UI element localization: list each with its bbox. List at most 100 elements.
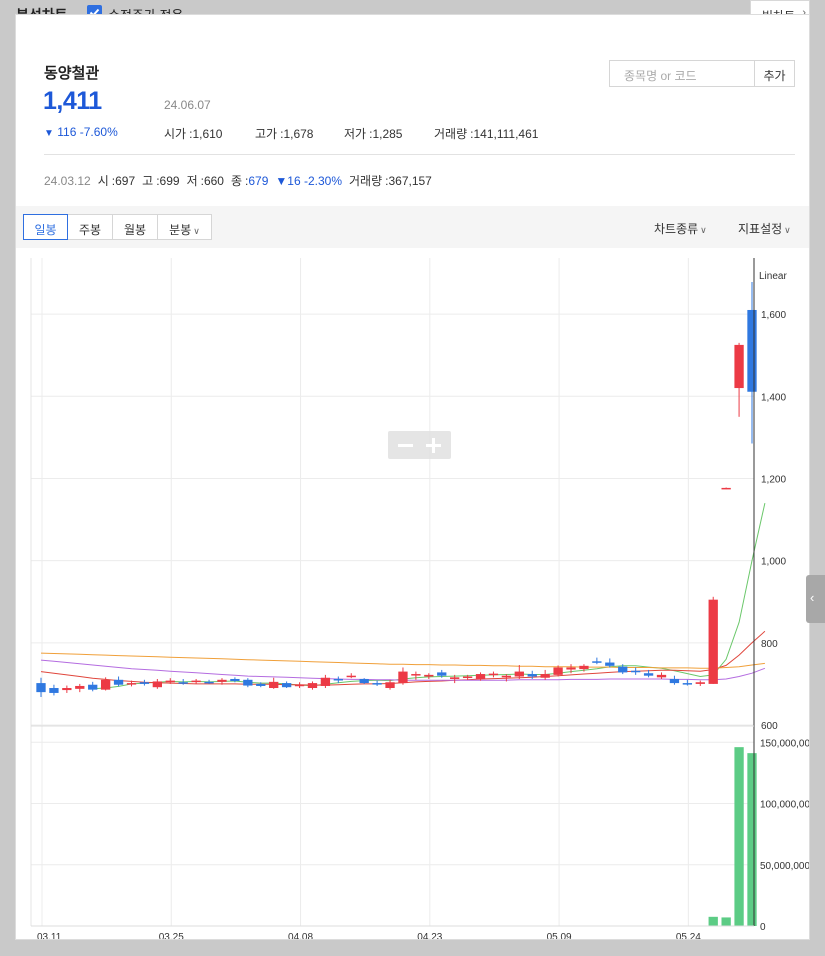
candle-body xyxy=(100,679,111,690)
volume-tick-label: 150,000,000 xyxy=(760,738,810,749)
scale-label: Linear xyxy=(759,271,787,282)
ref-change-value: ▼16 -2.30% xyxy=(275,174,342,188)
x-tick-label: 04.08 xyxy=(288,932,313,940)
candlestick-chart[interactable]: Linear 1,600 1,400 1,200 1,000 800 600 150,000,… xyxy=(16,248,810,940)
period-tabs: 일봉 주봉 월봉 분봉 ∨ xyxy=(23,214,212,240)
volume-tick-label: 100,000,000 xyxy=(760,800,810,811)
volume-value: 141,111,461 xyxy=(473,127,539,141)
candle-body xyxy=(605,662,615,666)
price-tick-label: 1,600 xyxy=(761,310,786,321)
low-stat: 저가:1,285 xyxy=(344,127,403,141)
stock-search-input[interactable]: 종목명 or 코드 xyxy=(609,60,755,87)
high-value: 1,678 xyxy=(283,127,314,141)
side-panel-toggle[interactable]: ‹ xyxy=(806,575,825,623)
down-arrow-icon: ▼ xyxy=(44,128,54,139)
volume-tick-label: 0 xyxy=(760,922,766,933)
open-value: 1,610 xyxy=(192,127,223,141)
chart-type-label: 차트종류 xyxy=(654,222,699,236)
zoom-out-icon xyxy=(398,444,413,447)
low-value: 1,285 xyxy=(372,127,403,141)
candle-body xyxy=(346,675,356,678)
moving-average-line xyxy=(92,502,766,690)
x-tick-label: 04.23 xyxy=(417,932,442,940)
volume-bar xyxy=(721,917,731,926)
add-button[interactable]: 추가 xyxy=(754,60,795,87)
x-tick-label: 05.09 xyxy=(547,932,572,940)
price-tick-label: 1,000 xyxy=(761,557,786,568)
candle-body xyxy=(424,674,434,677)
chart-area[interactable]: Linear 1,600 1,400 1,200 1,000 800 600 150,000,… xyxy=(16,248,810,940)
moving-average-line xyxy=(40,652,765,669)
ref-low-label: 저 xyxy=(186,174,198,188)
candle-body xyxy=(514,671,524,677)
indicator-settings-dropdown[interactable]: 지표설정 ∨ xyxy=(738,220,791,237)
candle-body xyxy=(36,683,46,693)
candle-body xyxy=(450,677,460,679)
tab-daily[interactable]: 일봉 xyxy=(23,214,68,240)
price-tick-label: 1,200 xyxy=(761,474,786,485)
candle-body xyxy=(747,309,757,392)
candle-body xyxy=(411,674,421,676)
candle-body xyxy=(178,682,188,684)
candle-body xyxy=(708,599,718,684)
candle-body xyxy=(553,667,563,675)
candle-body xyxy=(527,674,537,677)
candle-body xyxy=(307,683,318,689)
candle-body xyxy=(217,679,227,682)
ref-high-value: 699 xyxy=(159,174,180,188)
chart-panel: 동양철관 1,411 24.06.07 ▼ 116 -7.60% 시가:1,61… xyxy=(15,14,810,940)
candle-body xyxy=(695,682,705,684)
chart-toolbar: 일봉 주봉 월봉 분봉 ∨ 차트종류 ∨ 지표설정 ∨ xyxy=(16,206,809,248)
candle-body xyxy=(359,678,369,684)
x-tick-label: 05.24 xyxy=(676,932,701,940)
ref-close-label: 종 xyxy=(230,174,243,188)
ref-close-value: 679 xyxy=(248,174,269,188)
candle-body xyxy=(618,666,628,673)
crosshair-date: 24.03.12 xyxy=(44,174,91,188)
candle-body xyxy=(475,674,486,679)
high-label: 고가 xyxy=(255,127,278,141)
candle-body xyxy=(501,675,512,678)
tab-weekly[interactable]: 주봉 xyxy=(67,214,113,240)
chevron-down-icon: ∨ xyxy=(700,225,707,235)
zoom-in-icon xyxy=(426,438,441,453)
price-tick-label: 600 xyxy=(761,721,778,732)
candle-body xyxy=(320,677,331,686)
candle-body xyxy=(682,683,693,685)
divider xyxy=(44,154,795,155)
candle-body xyxy=(540,674,550,678)
ref-open-label: 시 xyxy=(97,174,109,188)
volume-label: 거래량 xyxy=(434,127,468,141)
candle-body xyxy=(631,670,641,673)
current-price: 1,411 xyxy=(43,87,102,115)
candle-body xyxy=(191,680,201,683)
price-change: ▼ 116 -7.60% xyxy=(44,125,118,139)
candle-body xyxy=(230,678,240,682)
volume-bar xyxy=(708,916,718,926)
candle-body xyxy=(204,681,214,684)
candle-body xyxy=(62,688,72,691)
chevron-left-icon: ‹ xyxy=(810,590,815,605)
open-stat: 시가:1,610 xyxy=(164,127,223,141)
volume-tick-label: 50,000,000 xyxy=(760,861,810,872)
tab-monthly[interactable]: 월봉 xyxy=(112,214,158,240)
tab-minute[interactable]: 분봉 ∨ xyxy=(157,214,212,240)
candle-body xyxy=(669,678,680,684)
crosshair-info-row: 24.03.12 시:697 고:699 저:660 종:679 ▼16 -2.30% 거래… xyxy=(44,174,432,188)
zoom-control[interactable] xyxy=(388,431,451,459)
candle-body xyxy=(152,681,162,688)
zoom-icons xyxy=(398,438,441,453)
ref-volume-label: 거래량 xyxy=(349,174,383,188)
candle-body xyxy=(269,681,279,689)
ref-volume-value: 367,157 xyxy=(388,174,432,188)
candle-body xyxy=(139,682,150,684)
chart-type-dropdown[interactable]: 차트종류 ∨ xyxy=(654,220,707,237)
candle-body xyxy=(75,685,85,689)
candle-body xyxy=(281,683,292,688)
candle-body xyxy=(294,684,305,687)
candle-body xyxy=(372,683,382,685)
candle-body xyxy=(256,683,266,686)
candle-body xyxy=(579,665,589,670)
candle-body xyxy=(734,344,744,389)
volume-stat: 거래량:141,111,461 xyxy=(434,127,539,141)
